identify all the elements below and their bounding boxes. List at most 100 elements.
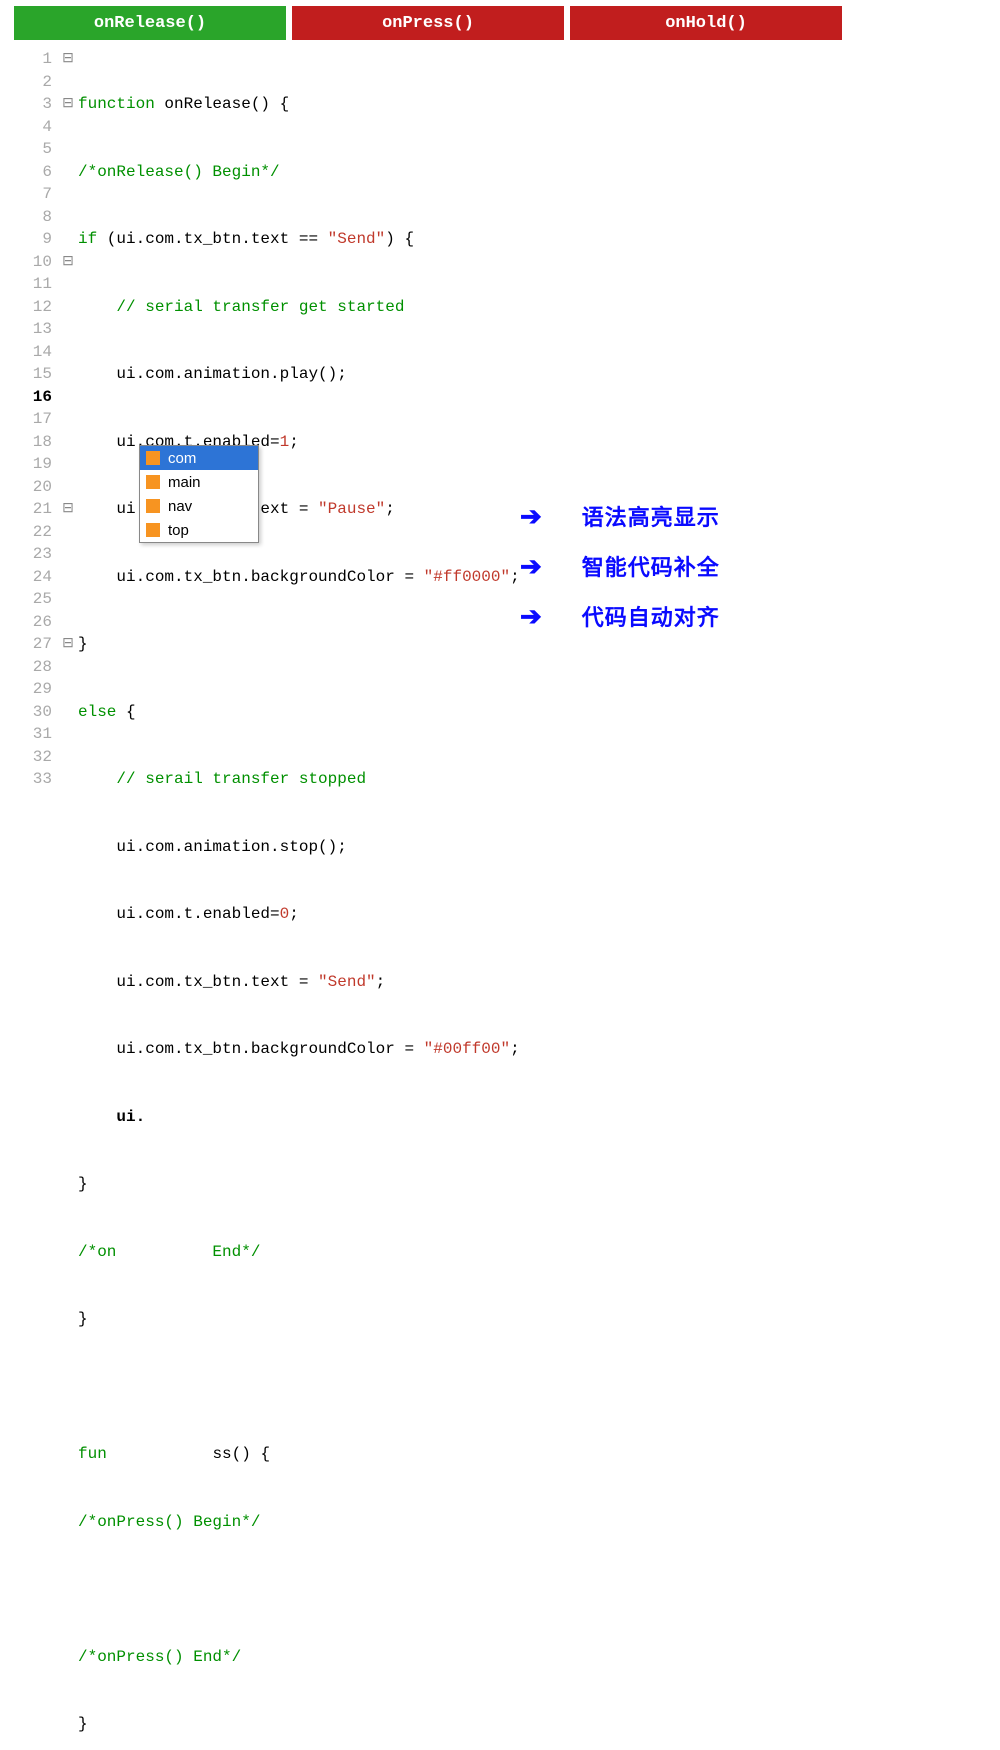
code-text: ; bbox=[289, 433, 299, 451]
feature-code-completion: ➔ 智能代码补全 bbox=[520, 550, 720, 582]
code-text: } bbox=[78, 1175, 88, 1193]
fold-spacer bbox=[58, 363, 78, 386]
comment: /*onPress() Begin*/ bbox=[78, 1513, 260, 1531]
autocomplete-item-nav[interactable]: nav bbox=[140, 494, 258, 518]
fold-spacer bbox=[58, 701, 78, 724]
code-text: } bbox=[78, 1310, 88, 1328]
code-text: ss() { bbox=[212, 1445, 270, 1463]
fold-toggle-icon[interactable]: ⊟ bbox=[58, 93, 78, 116]
line-number: 29 bbox=[0, 678, 52, 701]
number: 1 bbox=[280, 433, 290, 451]
code-area[interactable]: function onRelease() { /*onRelease() Beg… bbox=[78, 48, 1000, 1750]
fold-spacer bbox=[58, 431, 78, 454]
line-number: 2 bbox=[0, 71, 52, 94]
fold-spacer bbox=[58, 183, 78, 206]
string: "#ff0000" bbox=[424, 568, 510, 586]
line-number: 9 bbox=[0, 228, 52, 251]
fold-spacer bbox=[58, 453, 78, 476]
fold-spacer bbox=[58, 116, 78, 139]
autocomplete-label: nav bbox=[168, 498, 192, 515]
fold-toggle-icon[interactable]: ⊟ bbox=[58, 251, 78, 274]
comment: /*onPress() End*/ bbox=[78, 1648, 241, 1666]
code-editor[interactable]: 1234567891011121314151617181920212223242… bbox=[0, 40, 1000, 1750]
fold-spacer bbox=[58, 746, 78, 769]
autocomplete-label: top bbox=[168, 522, 189, 539]
line-number: 15 bbox=[0, 363, 52, 386]
code-text: onRelease() { bbox=[155, 95, 289, 113]
fold-toggle-icon[interactable]: ⊟ bbox=[58, 498, 78, 521]
line-number: 31 bbox=[0, 723, 52, 746]
line-number: 25 bbox=[0, 588, 52, 611]
autocomplete-popup[interactable]: com main nav top bbox=[139, 445, 259, 543]
autocomplete-item-top[interactable]: top bbox=[140, 518, 258, 542]
line-number: 22 bbox=[0, 521, 52, 544]
line-number: 21 bbox=[0, 498, 52, 521]
fold-spacer bbox=[58, 768, 78, 791]
line-number: 26 bbox=[0, 611, 52, 634]
fold-toggle-icon[interactable]: ⊟ bbox=[58, 633, 78, 656]
tab-onhold[interactable]: onHold() bbox=[570, 6, 842, 40]
line-number: 5 bbox=[0, 138, 52, 161]
fold-spacer bbox=[58, 678, 78, 701]
feature-callouts: ➔ 语法高亮显示 ➔ 智能代码补全 ➔ 代码自动对齐 bbox=[520, 500, 720, 650]
line-number: 4 bbox=[0, 116, 52, 139]
line-number: 3 bbox=[0, 93, 52, 116]
code-text: ; bbox=[510, 1040, 520, 1058]
autocomplete-label: com bbox=[168, 450, 196, 467]
arrow-right-icon: ➔ bbox=[520, 501, 542, 532]
code-text: ui.com.t.enabled= bbox=[78, 905, 280, 923]
fold-spacer bbox=[58, 273, 78, 296]
line-number: 16 bbox=[0, 386, 52, 409]
keyword: function bbox=[78, 95, 155, 113]
code-text: ; bbox=[510, 568, 520, 586]
keyword: if bbox=[78, 230, 97, 248]
line-number: 8 bbox=[0, 206, 52, 229]
fold-spacer bbox=[58, 318, 78, 341]
line-number: 13 bbox=[0, 318, 52, 341]
autocomplete-item-main[interactable]: main bbox=[140, 470, 258, 494]
arrow-right-icon: ➔ bbox=[520, 551, 542, 582]
arrow-right-icon: ➔ bbox=[520, 601, 542, 632]
code-text: ui.com.animation.play(); bbox=[78, 365, 347, 383]
number: 0 bbox=[280, 905, 290, 923]
fold-spacer bbox=[58, 543, 78, 566]
tab-bar: onRelease() onPress() onHold() bbox=[0, 0, 1000, 40]
fold-spacer bbox=[58, 71, 78, 94]
keyword: else bbox=[78, 703, 116, 721]
code-text: (ui.com.tx_btn.text == bbox=[97, 230, 327, 248]
code-text: { bbox=[116, 703, 135, 721]
code-text: } bbox=[78, 1715, 88, 1733]
feature-text: 智能代码补全 bbox=[582, 550, 720, 582]
line-number: 30 bbox=[0, 701, 52, 724]
line-number: 20 bbox=[0, 476, 52, 499]
fold-spacer bbox=[58, 723, 78, 746]
feature-syntax-highlight: ➔ 语法高亮显示 bbox=[520, 500, 720, 532]
line-gutter: 1234567891011121314151617181920212223242… bbox=[0, 48, 58, 1750]
line-number: 19 bbox=[0, 453, 52, 476]
feature-text: 代码自动对齐 bbox=[582, 600, 720, 632]
autocomplete-item-com[interactable]: com bbox=[140, 446, 258, 470]
string: "#00ff00" bbox=[424, 1040, 510, 1058]
code-text: ; bbox=[376, 973, 386, 991]
line-number: 18 bbox=[0, 431, 52, 454]
code-text: ui.com.tx_btn.backgroundColor = bbox=[78, 1040, 424, 1058]
module-icon bbox=[146, 451, 160, 465]
comment: /*on bbox=[78, 1243, 116, 1261]
fold-spacer bbox=[58, 228, 78, 251]
string: "Pause" bbox=[318, 500, 385, 518]
line-number: 14 bbox=[0, 341, 52, 364]
line-number: 24 bbox=[0, 566, 52, 589]
fold-gutter: ⊟ ⊟ ⊟ ⊟ ⊟ bbox=[58, 48, 78, 1750]
line-number: 10 bbox=[0, 251, 52, 274]
fold-toggle-icon[interactable]: ⊟ bbox=[58, 48, 78, 71]
tab-onpress[interactable]: onPress() bbox=[292, 6, 564, 40]
line-number: 1 bbox=[0, 48, 52, 71]
keyword: fun bbox=[78, 1445, 107, 1463]
module-icon bbox=[146, 499, 160, 513]
string: "Send" bbox=[328, 230, 386, 248]
tab-onrelease[interactable]: onRelease() bbox=[14, 6, 286, 40]
fold-spacer bbox=[58, 296, 78, 319]
comment: // serail transfer stopped bbox=[78, 770, 366, 788]
fold-spacer bbox=[58, 611, 78, 634]
fold-spacer bbox=[58, 386, 78, 409]
